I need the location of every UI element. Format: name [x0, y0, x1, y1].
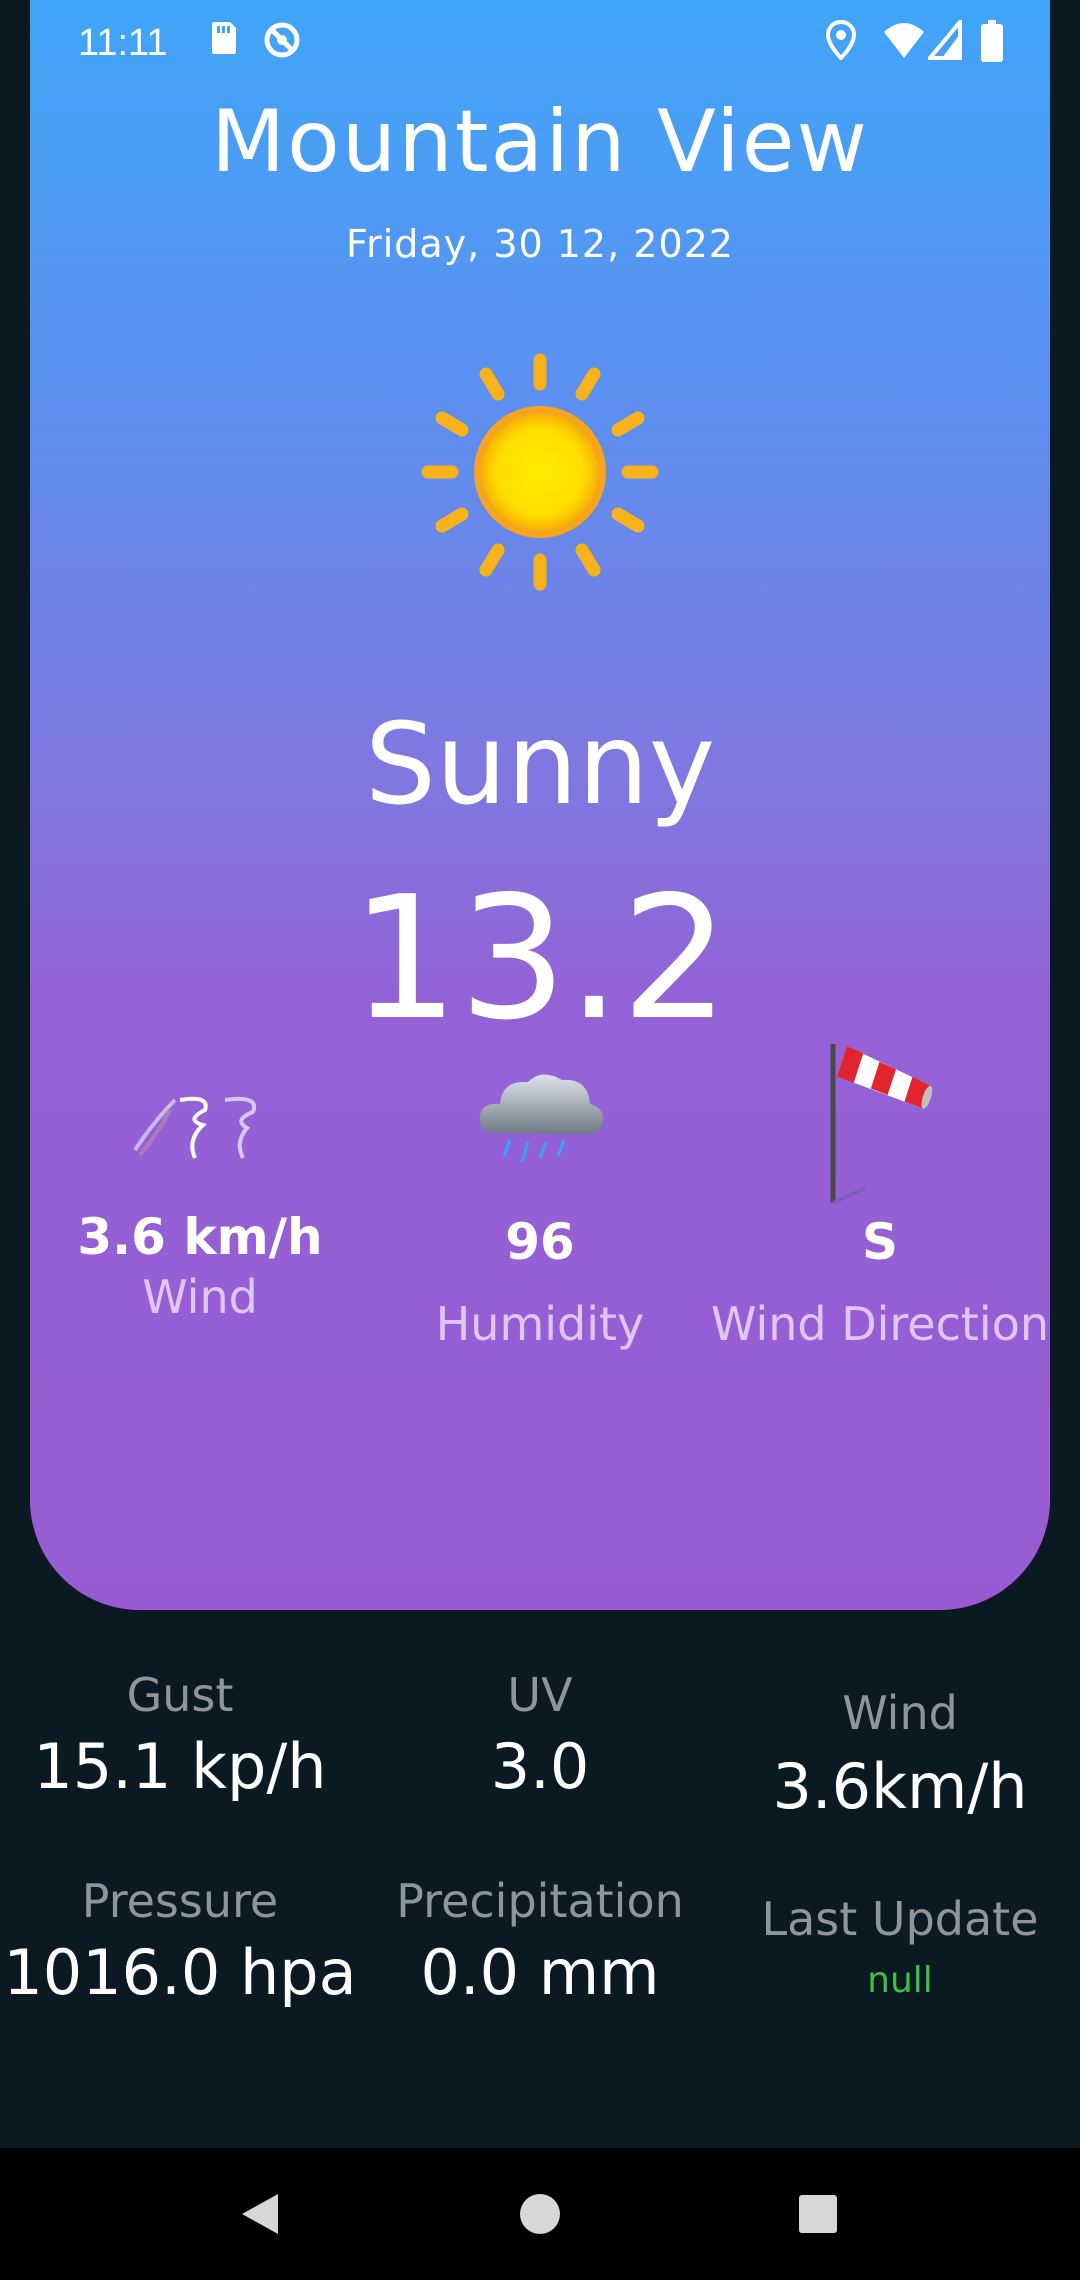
temperature: 13.2: [350, 860, 730, 1058]
uv-label: UV: [507, 1668, 573, 1722]
pressure-label: Pressure: [81, 1874, 279, 1928]
uv-value: 3.0: [490, 1730, 590, 1803]
back-icon[interactable]: [236, 2190, 282, 2242]
sync-disabled-icon: [262, 20, 302, 65]
city-name: Mountain View: [210, 92, 870, 192]
sun-icon: [420, 352, 660, 596]
wind-direction-stat: S Wind Direction: [710, 1038, 1050, 1351]
home-icon[interactable]: [518, 2192, 562, 2240]
tornado-icon: [30, 1090, 370, 1210]
wind-direction-label: Wind Direction: [710, 1297, 1050, 1351]
gust-label: Gust: [126, 1668, 234, 1722]
rain-cloud-icon: [370, 1058, 710, 1213]
wind-label: Wind: [142, 1270, 258, 1324]
sd-card-icon: [208, 20, 238, 61]
humidity-value: 96: [505, 1213, 575, 1271]
precipitation-item: Precipitation 0.0 mm: [360, 1874, 720, 2009]
humidity-stat: 96 Humidity: [370, 1058, 710, 1351]
windsock-icon: [710, 1038, 1050, 1213]
gust-value: 15.1 kp/h: [33, 1730, 327, 1803]
wind-detail-value: 3.6km/h: [772, 1750, 1028, 1823]
gust-item: Gust 15.1 kp/h: [0, 1668, 360, 1803]
wind-detail-label: Wind: [842, 1686, 958, 1740]
last-update-label: Last Update: [761, 1892, 1039, 1946]
signal-icon: [925, 16, 962, 65]
wind-direction-value: S: [861, 1213, 898, 1271]
status-time: 11:11: [78, 22, 168, 64]
precipitation-value: 0.0 mm: [420, 1936, 660, 2009]
precipitation-label: Precipitation: [396, 1874, 684, 1928]
navigation-bar: [0, 2148, 1080, 2280]
status-bar: 11:11: [0, 0, 1080, 90]
wind-stat: 3.6 km/h Wind: [30, 1090, 370, 1324]
weather-condition: Sunny: [364, 700, 716, 830]
recents-icon[interactable]: [798, 2194, 838, 2238]
pressure-item: Pressure 1016.0 hpa: [0, 1874, 360, 2009]
date-text: Friday, 30 12, 2022: [346, 222, 734, 266]
location-icon: [825, 19, 857, 65]
uv-item: UV 3.0: [360, 1668, 720, 1803]
wifi-icon: [882, 20, 926, 65]
last-update-item: Last Update null: [720, 1892, 1080, 2001]
last-update-value: null: [867, 1960, 933, 2001]
battery-icon: [980, 20, 1004, 67]
humidity-label: Humidity: [435, 1297, 645, 1351]
wind-item: Wind 3.6km/h: [720, 1686, 1080, 1823]
pressure-value: 1016.0 hpa: [3, 1936, 357, 2009]
wind-value: 3.6 km/h: [77, 1208, 323, 1266]
